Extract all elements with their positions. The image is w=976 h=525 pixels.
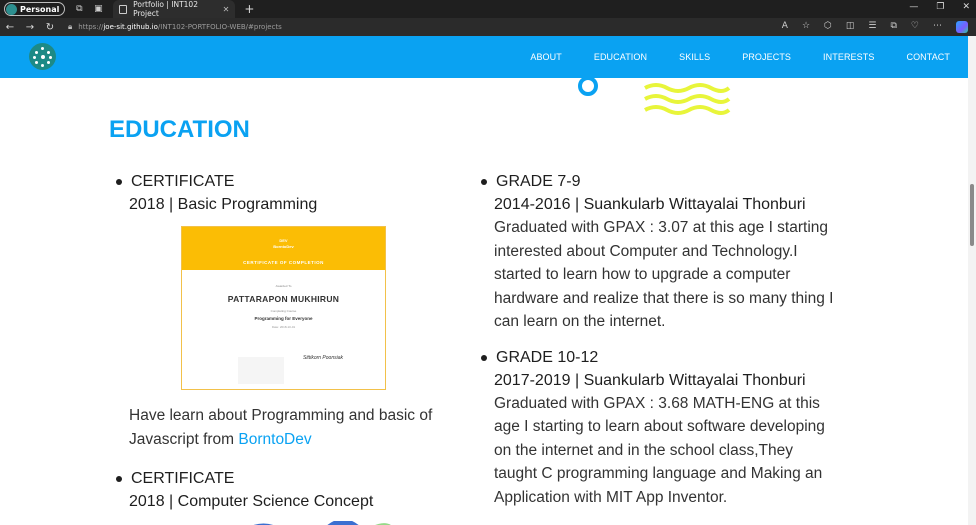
- browser-tab-bar: Personal ⧉ ▣ Portfolio | INT102 Project …: [0, 0, 976, 18]
- copilot-icon[interactable]: [956, 21, 968, 33]
- profile-button[interactable]: Personal: [4, 2, 66, 16]
- education-item: CERTIFICATE: [113, 170, 453, 193]
- bullet-icon: [481, 354, 487, 361]
- workspaces-icon[interactable]: ⧉: [74, 4, 84, 14]
- item-subtitle: 2018 | Basic Programming: [129, 196, 318, 213]
- nav-contact[interactable]: CONTACT: [906, 52, 950, 62]
- profile-avatar: [6, 3, 17, 15]
- site-navbar: ABOUT EDUCATION SKILLS PROJECTS INTEREST…: [0, 36, 968, 78]
- item-description: Graduated with GPAX : 3.07 at this age I…: [494, 219, 834, 330]
- url-host: joe-sit.github.io: [103, 23, 158, 31]
- performance-icon[interactable]: ♡: [911, 21, 919, 33]
- minimize-icon[interactable]: —: [909, 2, 918, 12]
- forward-icon[interactable]: →: [20, 22, 40, 33]
- education-item: GRADE 10-12: [478, 346, 838, 369]
- item-description: Graduated with GPAX : 3.68 MATH-ENG at t…: [494, 394, 825, 506]
- certificate-presented: Awarded To: [275, 284, 292, 288]
- address-bar-row: ← → ↻ 🔒︎ https:// joe-sit.github.io /INT…: [0, 18, 976, 36]
- page-viewport: ABOUT EDUCATION SKILLS PROJECTS INTEREST…: [0, 36, 976, 525]
- page-favicon-icon: [119, 4, 128, 14]
- certificate-title: CERTIFICATE OF COMPLETION: [243, 260, 324, 265]
- education-left-column: CERTIFICATE 2018 | Basic Programming DEV…: [113, 170, 453, 525]
- refresh-icon[interactable]: ↻: [40, 22, 60, 33]
- certificate-image: DEV BorntoDev CERTIFICATE OF COMPLETION …: [181, 226, 386, 390]
- certificate-course: Programming for Everyone: [254, 316, 313, 321]
- close-tab-icon[interactable]: ✕: [223, 5, 230, 14]
- browser-toolbar-icons: A ☆ ⬡ ◫ ☰ ⧉ ♡ ⋯: [782, 21, 968, 33]
- wave-decoration: [644, 83, 731, 115]
- certificate-signature: Sittikorn Poonsiak: [302, 355, 344, 361]
- collections-icon[interactable]: ⧉: [890, 21, 896, 33]
- education-right-column: GRADE 7-9 2014-2016 | Suankularb Wittaya…: [478, 170, 838, 509]
- scrollbar-thumb[interactable]: [970, 184, 974, 246]
- favorites-icon[interactable]: ☰: [868, 21, 876, 33]
- item-description: Have learn about Programming and basic o…: [113, 404, 453, 451]
- nav-education[interactable]: EDUCATION: [594, 52, 647, 62]
- certificate-completing: Completing Course: [270, 309, 297, 313]
- url-prefix: https://: [78, 23, 104, 31]
- nav-about[interactable]: ABOUT: [530, 52, 562, 62]
- tab-title: Portfolio | INT102 Project: [133, 0, 198, 18]
- item-heading: CERTIFICATE: [131, 173, 235, 190]
- site-logo[interactable]: [29, 43, 56, 70]
- item-subtitle: 2014-2016 | Suankularb Wittayalai Thonbu…: [494, 196, 806, 213]
- section-title: EDUCATION: [109, 116, 250, 143]
- education-item: CERTIFICATE: [113, 467, 453, 490]
- circle-decoration: [578, 76, 598, 96]
- url-path: /INT102-PORTFOLIO-WEB/#projects: [157, 23, 282, 31]
- split-screen-icon[interactable]: ◫: [846, 21, 855, 33]
- item-heading: CERTIFICATE: [131, 470, 235, 487]
- item-heading: GRADE 7-9: [496, 173, 581, 190]
- certificate-header: DEV BorntoDev CERTIFICATE OF COMPLETION: [182, 227, 385, 270]
- browser-tab[interactable]: Portfolio | INT102 Project ✕: [113, 0, 236, 18]
- borntodev-link[interactable]: BorntoDev: [238, 431, 311, 448]
- read-aloud-icon[interactable]: A: [782, 21, 788, 33]
- profile-label: Personal: [20, 4, 60, 14]
- education-item: GRADE 7-9: [478, 170, 838, 193]
- site-menu: ABOUT EDUCATION SKILLS PROJECTS INTEREST…: [530, 36, 950, 78]
- tab-actions-icon[interactable]: ▣: [93, 4, 103, 14]
- item-subtitle: 2018 | Computer Science Concept: [129, 493, 374, 510]
- more-icon[interactable]: ⋯: [933, 21, 942, 33]
- nav-projects[interactable]: PROJECTS: [742, 52, 791, 62]
- certificate-image-2: [253, 519, 391, 525]
- lock-icon: 🔒︎: [68, 22, 73, 31]
- extensions-icon[interactable]: ⬡: [824, 21, 832, 33]
- back-icon[interactable]: ←: [0, 22, 20, 33]
- bullet-icon: [481, 179, 487, 185]
- window-controls: — ❐ ✕: [909, 2, 970, 12]
- nav-interests[interactable]: INTERESTS: [823, 52, 874, 62]
- close-window-icon[interactable]: ✕: [962, 2, 970, 12]
- bullet-icon: [116, 476, 122, 482]
- new-tab-icon[interactable]: +: [244, 2, 254, 16]
- certificate-date: Date: 2018-10-01: [271, 325, 296, 329]
- certificate-org: BorntoDev: [273, 244, 294, 249]
- certificate-name: PATTARAPON MUKHIRUN: [227, 294, 340, 304]
- url-field[interactable]: 🔒︎ https:// joe-sit.github.io /INT102-PO…: [68, 22, 282, 32]
- certificate-stamp-box: [238, 357, 284, 384]
- nav-skills[interactable]: SKILLS: [679, 52, 710, 62]
- item-heading: GRADE 10-12: [496, 348, 599, 366]
- bullet-icon: [116, 179, 122, 185]
- item-subtitle: 2017-2019 | Suankularb Wittayalai Thonbu…: [494, 371, 806, 389]
- favorite-star-icon[interactable]: ☆: [802, 21, 810, 33]
- page-scrollbar[interactable]: [968, 36, 976, 525]
- restore-icon[interactable]: ❐: [936, 2, 944, 12]
